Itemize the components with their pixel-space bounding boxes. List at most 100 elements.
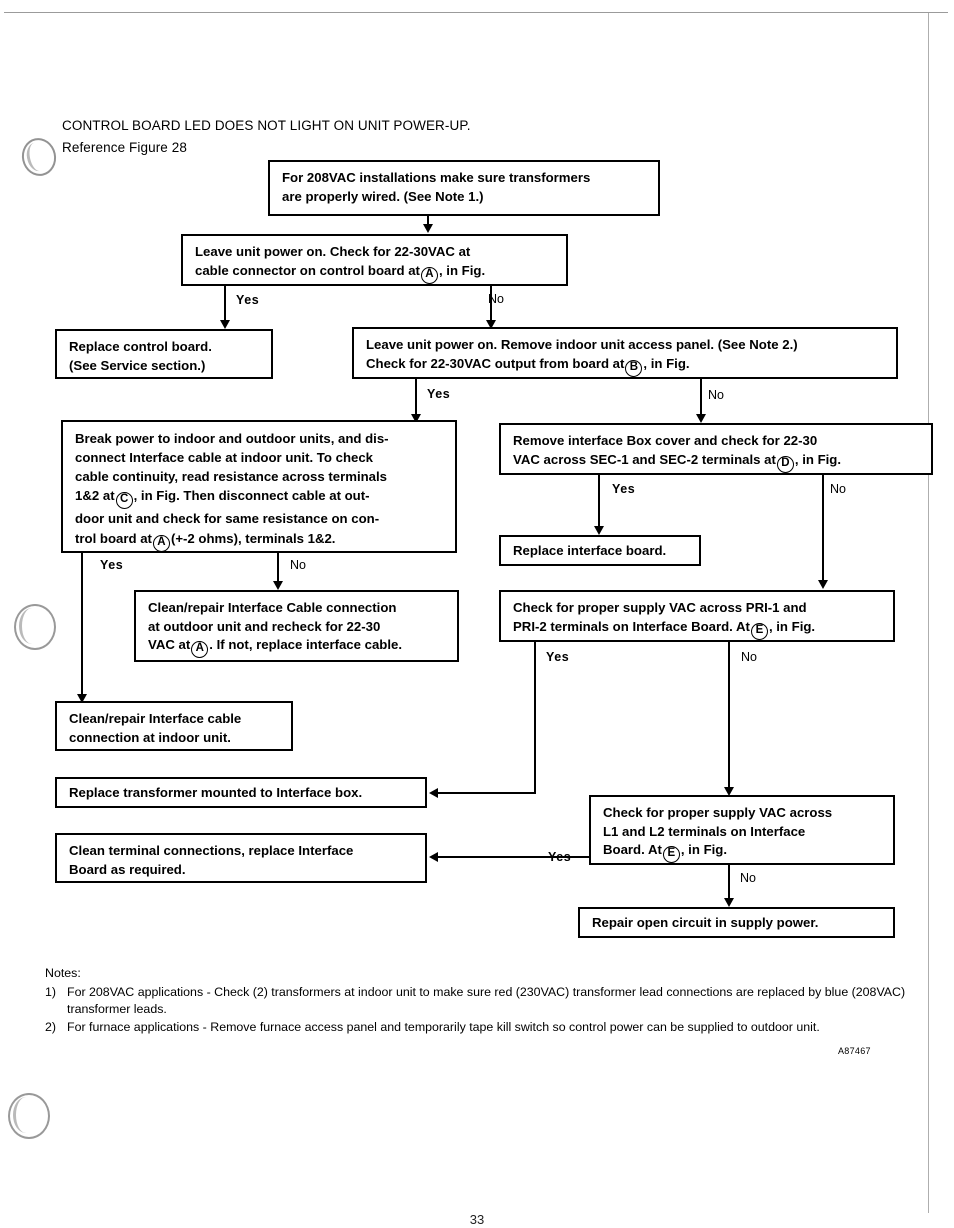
binder-ring-artifact-icon (14, 604, 56, 650)
document-page: CONTROL BOARD LED DOES NOT LIGHT ON UNIT… (0, 0, 954, 1228)
flow-node-clean-terminal-connections: Clean terminal connections, replace Inte… (55, 833, 427, 883)
page-title: CONTROL BOARD LED DOES NOT LIGHT ON UNIT… (62, 118, 471, 133)
node-line: Board. At E, in Fig. (603, 841, 883, 864)
binder-ring-artifact-icon (18, 134, 60, 180)
branch-label-yes: Yes (236, 293, 260, 307)
document-code: A87467 (838, 1046, 871, 1056)
connector-n2-yes (224, 286, 226, 323)
node-line: Clean/repair Interface cable (69, 711, 242, 726)
flow-node-clean-repair-outdoor-cable: Clean/repair Interface Cable connection … (134, 590, 459, 662)
node-line-text: , in Fig. (794, 451, 842, 467)
reference-letter-b-icon: B (625, 359, 643, 377)
node-line-text: cable connector on control board at (195, 262, 420, 278)
node-line: Repair open circuit in supply power. (592, 915, 819, 930)
node-line-text: , in Fig. (768, 618, 816, 634)
flow-node-replace-transformer: Replace transformer mounted to Interface… (55, 777, 427, 808)
scan-edge-line-right (928, 13, 929, 1213)
node-line-text: . If not, replace interface cable. (209, 637, 403, 653)
figure-reference: Reference Figure 28 (62, 140, 187, 155)
node-line: connection at indoor unit. (69, 729, 231, 745)
branch-label-yes: Yes (548, 850, 572, 864)
node-line: Replace transformer mounted to Interface… (69, 785, 363, 800)
node-line: For 208VAC installations make sure trans… (282, 170, 591, 185)
connector-n13-no (728, 865, 730, 901)
reference-letter-e-icon: E (662, 846, 680, 864)
flow-node-check-l1-l2-terminals: Check for proper supply VAC across L1 an… (589, 795, 895, 865)
note-text: For 208VAC applications - Check (2) tran… (67, 985, 906, 1017)
arrow-down-icon (594, 526, 604, 535)
node-line: Remove interface Box cover and check for… (513, 433, 818, 448)
connector-n5-no (277, 553, 279, 583)
reference-letter-a-icon: A (420, 266, 438, 284)
connector-n4-no (700, 379, 702, 417)
node-line: Leave unit power on. Remove indoor unit … (366, 337, 798, 352)
node-line-text: Board. At (603, 842, 662, 858)
branch-label-no: No (741, 650, 757, 664)
connector-n9-no (728, 642, 730, 790)
connector-n9-yes-horizontal (437, 792, 536, 794)
node-line: Check for proper supply VAC across (603, 805, 833, 820)
branch-label-yes: Yes (100, 558, 124, 572)
connector-n6-yes (598, 475, 600, 528)
node-line: 1&2 at C, in Fig. Then disconnect cable a… (75, 486, 445, 510)
branch-label-yes: Yes (427, 387, 451, 401)
flow-node-check-22-30vac-control-board: Leave unit power on. Check for 22-30VAC … (181, 234, 568, 286)
notes-section: Notes: 1) For 208VAC applications - Chec… (45, 965, 925, 1036)
flow-node-replace-control-board: Replace control board. (See Service sect… (55, 329, 273, 379)
node-line: are properly wired. (See Note 1.) (282, 188, 484, 204)
arrow-down-icon (423, 224, 433, 233)
arrow-down-icon (696, 414, 706, 423)
node-line: PRI-2 terminals on Interface Board. At E,… (513, 618, 883, 640)
reference-letter-a-icon: A (191, 641, 209, 659)
node-line: cable connector on control board at A, in… (195, 262, 556, 284)
node-line-text: (+-2 ohms), terminals 1&2. (170, 530, 336, 546)
flow-node-cable-continuity-check: Break power to indoor and outdoor units,… (61, 420, 457, 553)
connector-n9-yes-vertical (534, 642, 536, 794)
node-line-text: Check for 22-30VAC output from board at (366, 355, 625, 371)
node-line: VAC at A. If not, replace interface cable… (148, 636, 447, 659)
connector-n6-no (822, 475, 824, 583)
note-item: 2) For furnace applications - Remove fur… (45, 1019, 925, 1036)
connector-n4-yes (415, 379, 417, 417)
node-line: Break power to indoor and outdoor units,… (75, 431, 389, 446)
flow-node-check-sec-terminals: Remove interface Box cover and check for… (499, 423, 933, 475)
branch-label-yes: Yes (612, 482, 636, 496)
node-line: L1 and L2 terminals on Interface (603, 823, 806, 839)
node-line-text: VAC across SEC-1 and SEC-2 terminals at (513, 451, 776, 467)
reference-letter-e-icon: E (750, 622, 768, 640)
node-line: Leave unit power on. Check for 22-30VAC … (195, 244, 471, 259)
flow-node-transformer-check: For 208VAC installations make sure trans… (268, 160, 660, 216)
reference-letter-c-icon: C (115, 492, 133, 510)
reference-letter-a-icon: A (152, 534, 170, 552)
node-line-text: trol board at (75, 530, 152, 546)
flow-node-repair-open-circuit: Repair open circuit in supply power. (578, 907, 895, 938)
node-line-text: VAC at (148, 637, 191, 653)
node-line: cable continuity, read resistance across… (75, 469, 387, 485)
connector-n5-yes (81, 553, 83, 697)
node-line-text: 1&2 at (75, 488, 115, 504)
scan-edge-line-top (4, 12, 948, 13)
arrow-down-icon (220, 320, 230, 329)
notes-heading: Notes: (45, 966, 81, 980)
branch-label-no: No (740, 871, 756, 885)
arrow-down-icon (724, 898, 734, 907)
arrow-left-icon (429, 788, 438, 798)
node-line: Replace interface board. (513, 543, 667, 558)
arrow-left-icon (429, 852, 438, 862)
node-line-text: , in Fig. (643, 355, 690, 371)
node-line: at outdoor unit and recheck for 22-30 (148, 618, 381, 634)
branch-label-no: No (708, 388, 724, 402)
page-number: 33 (469, 1212, 485, 1227)
node-line: trol board at A (+-2 ohms), terminals 1&2. (75, 529, 445, 552)
node-line: connect Interface cable at indoor unit. … (75, 450, 373, 466)
note-number: 2) (45, 1020, 57, 1035)
node-line-text: , in Fig. (438, 262, 486, 278)
branch-label-no: No (290, 558, 306, 572)
node-line-text: , in Fig. (680, 842, 728, 858)
arrow-down-icon (273, 581, 283, 590)
node-line: Board as required. (69, 861, 186, 877)
node-line: Check for 22-30VAC output from board at B… (366, 355, 886, 377)
branch-label-no: No (488, 292, 504, 306)
node-line: Clean/repair Interface Cable connection (148, 600, 397, 615)
flow-node-clean-repair-indoor-cable: Clean/repair Interface cable connection … (55, 701, 293, 751)
